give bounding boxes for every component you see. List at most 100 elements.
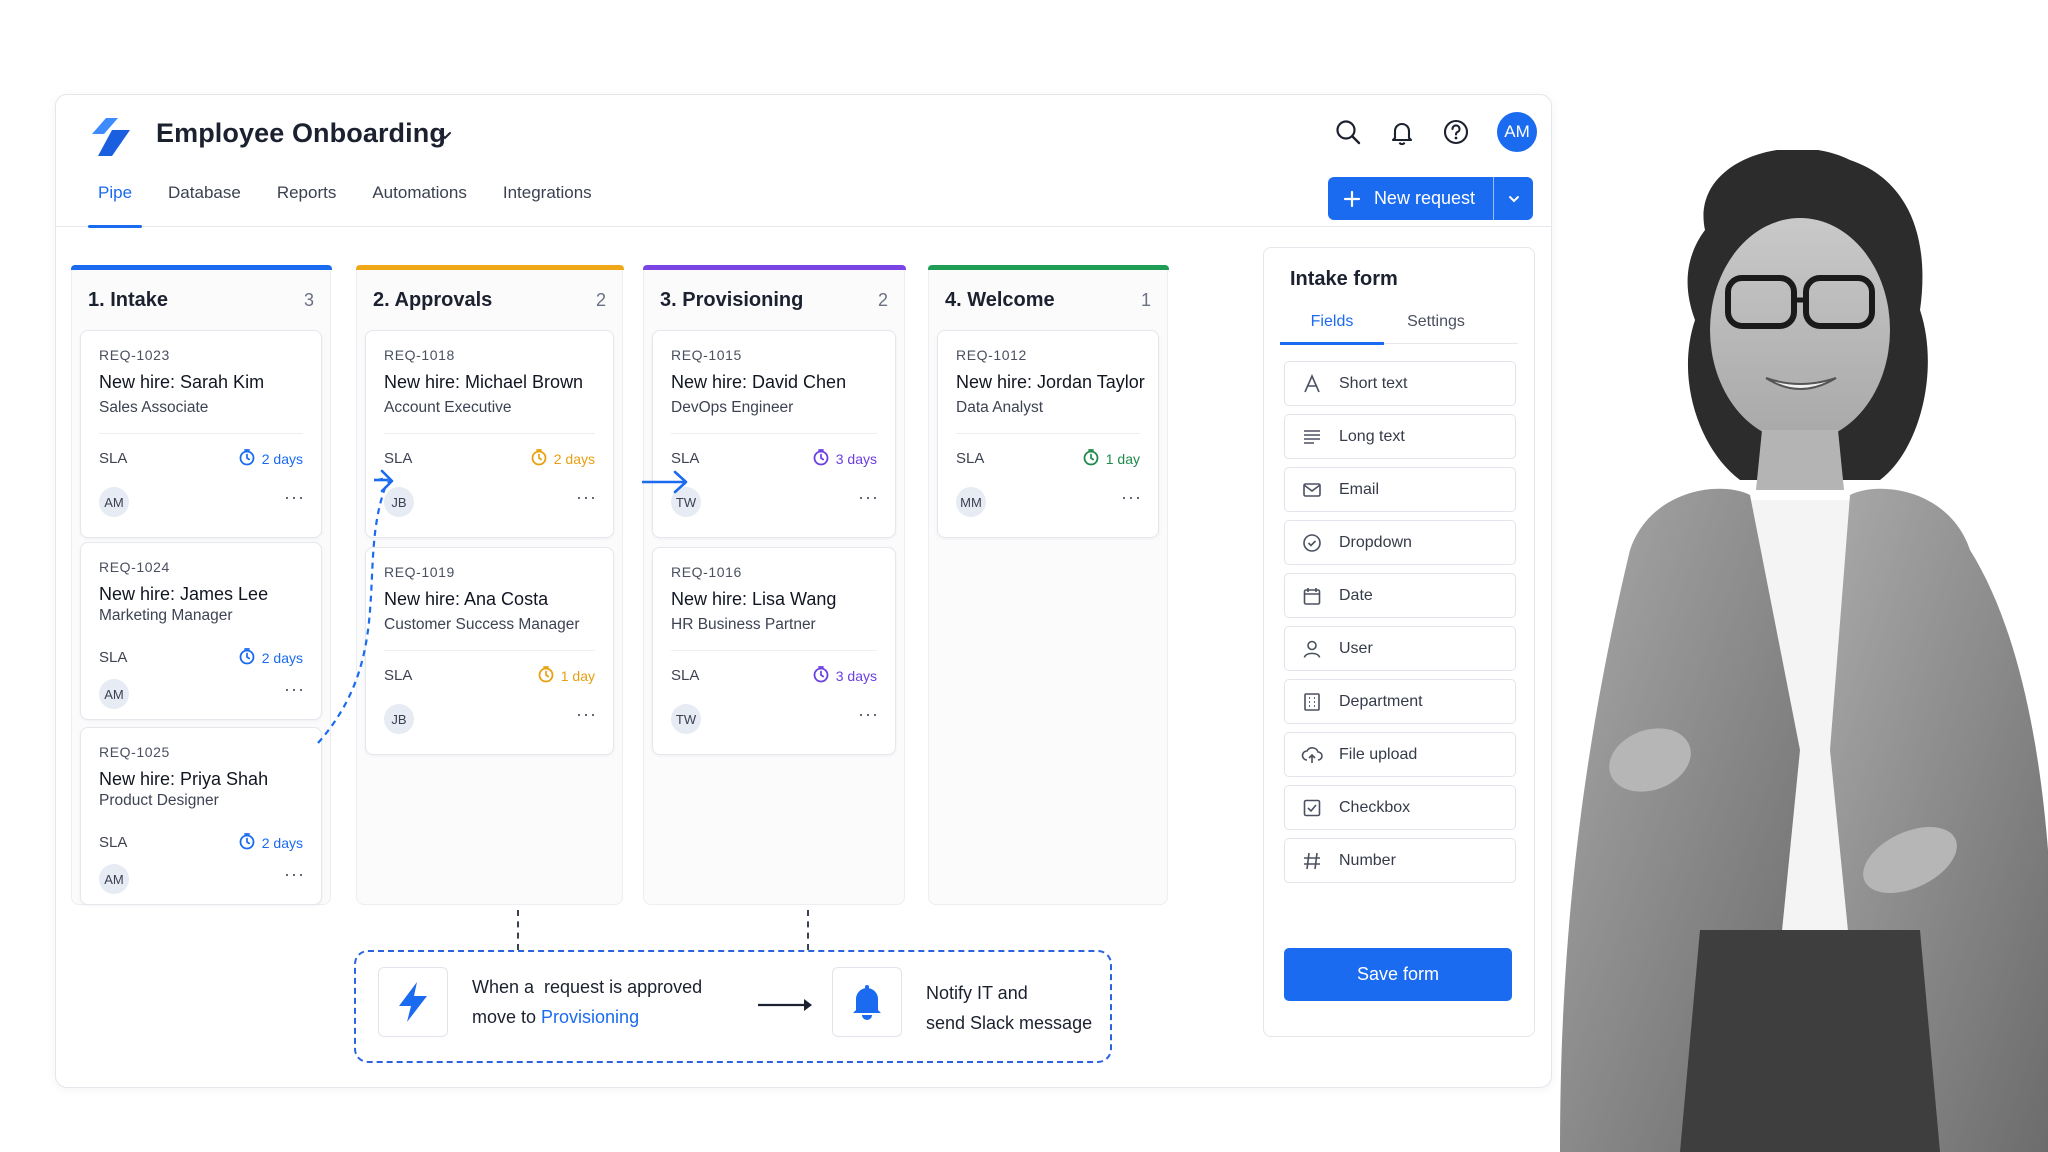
column-count: 1: [1140, 290, 1151, 310]
sla-label: SLA: [671, 667, 700, 684]
card-divider: [671, 650, 877, 651]
more-icon[interactable]: ···: [858, 705, 879, 723]
more-icon[interactable]: ···: [284, 488, 305, 506]
sla-label: SLA: [956, 450, 985, 467]
top-icons: AM: [1331, 112, 1537, 152]
request-id: REQ-1016: [671, 564, 742, 580]
lightning-icon: [399, 982, 427, 1022]
request-title: New hire: Jordan Taylor: [956, 372, 1145, 392]
form-field-number[interactable]: Number: [1284, 838, 1516, 883]
user-icon: [1285, 639, 1339, 659]
sla-label: SLA: [384, 667, 413, 684]
column-header[interactable]: 4. Welcome 1: [945, 289, 1151, 312]
request-role: HR Business Partner: [671, 616, 816, 633]
bell-icon[interactable]: [1385, 115, 1419, 149]
tab-automations[interactable]: Automations: [354, 177, 485, 227]
request-title: New hire: Ana Costa: [384, 589, 549, 609]
chevron-down-icon[interactable]: [434, 125, 456, 147]
presenter-photo: [1560, 150, 2048, 1152]
card-divider: [384, 433, 595, 434]
assignee-avatar[interactable]: AM: [99, 864, 129, 894]
column-header[interactable]: 1. Intake 3: [88, 289, 314, 312]
request-role: Customer Success Manager: [384, 616, 580, 633]
more-icon[interactable]: ···: [576, 488, 597, 506]
request-role: Marketing Manager: [99, 607, 233, 624]
assignee-avatar[interactable]: AM: [99, 487, 129, 517]
more-icon[interactable]: ···: [284, 680, 305, 698]
more-icon[interactable]: ···: [284, 865, 305, 883]
request-card[interactable]: REQ-1024 New hire: James Lee Marketing Man…: [80, 542, 322, 720]
assignee-avatar[interactable]: JB: [384, 704, 414, 734]
help-icon[interactable]: [1439, 115, 1473, 149]
request-card[interactable]: REQ-1025 New hire: Priya Shah Product Desi…: [80, 727, 322, 905]
plus-icon: [1343, 190, 1361, 207]
field-label: Date: [1339, 586, 1373, 604]
form-field-department[interactable]: Department: [1284, 679, 1516, 724]
due-clock-icon: [1082, 448, 1100, 469]
form-field-date[interactable]: Date: [1284, 573, 1516, 618]
tab-settings[interactable]: Settings: [1384, 310, 1488, 343]
app-title[interactable]: Employee Onboarding: [156, 118, 446, 149]
more-icon[interactable]: ···: [1121, 488, 1142, 506]
sla-label: SLA: [384, 450, 413, 467]
due-clock-icon: [537, 665, 555, 686]
card-divider: [956, 433, 1140, 434]
tab-reports[interactable]: Reports: [259, 177, 355, 227]
column-header[interactable]: 2. Approvals 2: [373, 289, 606, 312]
form-field-dropdown[interactable]: Dropdown: [1284, 520, 1516, 565]
tab-database[interactable]: Database: [150, 177, 259, 227]
tab-pipe[interactable]: Pipe: [80, 177, 150, 228]
more-icon[interactable]: ···: [858, 488, 879, 506]
request-title: New hire: Priya Shah: [99, 769, 269, 789]
column-color-bar: [355, 265, 624, 270]
column-title: 3. Provisioning: [660, 289, 804, 311]
tab-fields[interactable]: Fields: [1280, 310, 1384, 345]
column-title: 1. Intake: [88, 289, 169, 311]
field-label: File upload: [1339, 745, 1418, 763]
more-icon[interactable]: ···: [576, 705, 597, 723]
trigger-line-2: move to Provisioning: [472, 1007, 640, 1027]
tab-integrations[interactable]: Integrations: [485, 177, 610, 227]
field-label: Email: [1339, 480, 1380, 498]
request-title: New hire: Sarah Kim: [99, 372, 265, 392]
assignee-avatar[interactable]: TW: [671, 487, 701, 517]
form-field-checkbox[interactable]: Checkbox: [1284, 785, 1516, 830]
assignee-avatar[interactable]: AM: [99, 679, 129, 709]
request-card[interactable]: REQ-1015 New hire: David Chen DevOps Engin…: [652, 330, 896, 538]
request-role: Product Designer: [99, 792, 219, 809]
assignee-avatar[interactable]: JB: [384, 487, 414, 517]
user-avatar[interactable]: AM: [1497, 112, 1537, 152]
form-field-user[interactable]: User: [1284, 626, 1516, 671]
form-field-long-text[interactable]: Long text: [1284, 414, 1516, 459]
request-card[interactable]: REQ-1016 New hire: Lisa Wang HR Business P…: [652, 547, 896, 755]
save-form-button[interactable]: Save form: [1284, 948, 1512, 1001]
form-field-short-text[interactable]: Short text: [1284, 361, 1516, 406]
search-icon[interactable]: [1331, 115, 1365, 149]
request-role: Account Executive: [384, 399, 512, 416]
new-request-button[interactable]: New request: [1327, 177, 1493, 220]
request-card[interactable]: REQ-1023 New hire: Sarah Kim Sales Associa…: [80, 330, 322, 538]
hash-icon: [1285, 851, 1339, 871]
trigger-box: [378, 967, 448, 1037]
column-header[interactable]: 3. Provisioning 2: [660, 289, 888, 312]
automation-rule[interactable]: When a request is approved move to Provi…: [354, 950, 1112, 1063]
sla-label: SLA: [99, 834, 128, 851]
request-card[interactable]: REQ-1019 New hire: Ana Costa Customer Succ…: [365, 547, 614, 755]
connector-line: [807, 910, 809, 950]
due-text: 3 days: [835, 450, 877, 467]
app-window: Employee Onboarding AM Pipe Database Rep…: [55, 94, 1552, 1088]
column-color-bar: [70, 265, 332, 270]
request-id: REQ-1012: [956, 347, 1027, 363]
app-logo-icon: [92, 118, 130, 156]
calendar-icon: [1285, 586, 1339, 606]
sla-label: SLA: [671, 450, 700, 467]
form-field-email[interactable]: Email: [1284, 467, 1516, 512]
column-count: 3: [303, 290, 314, 310]
assignee-avatar[interactable]: TW: [671, 704, 701, 734]
trigger-target-link[interactable]: Provisioning: [541, 1007, 639, 1027]
form-field-file-upload[interactable]: File upload: [1284, 732, 1516, 777]
request-card[interactable]: REQ-1018 New hire: Michael Brown Account E…: [365, 330, 614, 538]
assignee-avatar[interactable]: MM: [956, 487, 986, 517]
trigger-text: When a request is approved move to Provi…: [472, 972, 702, 1032]
request-card[interactable]: REQ-1012 New hire: Jordan Taylor Data Anal…: [937, 330, 1159, 538]
